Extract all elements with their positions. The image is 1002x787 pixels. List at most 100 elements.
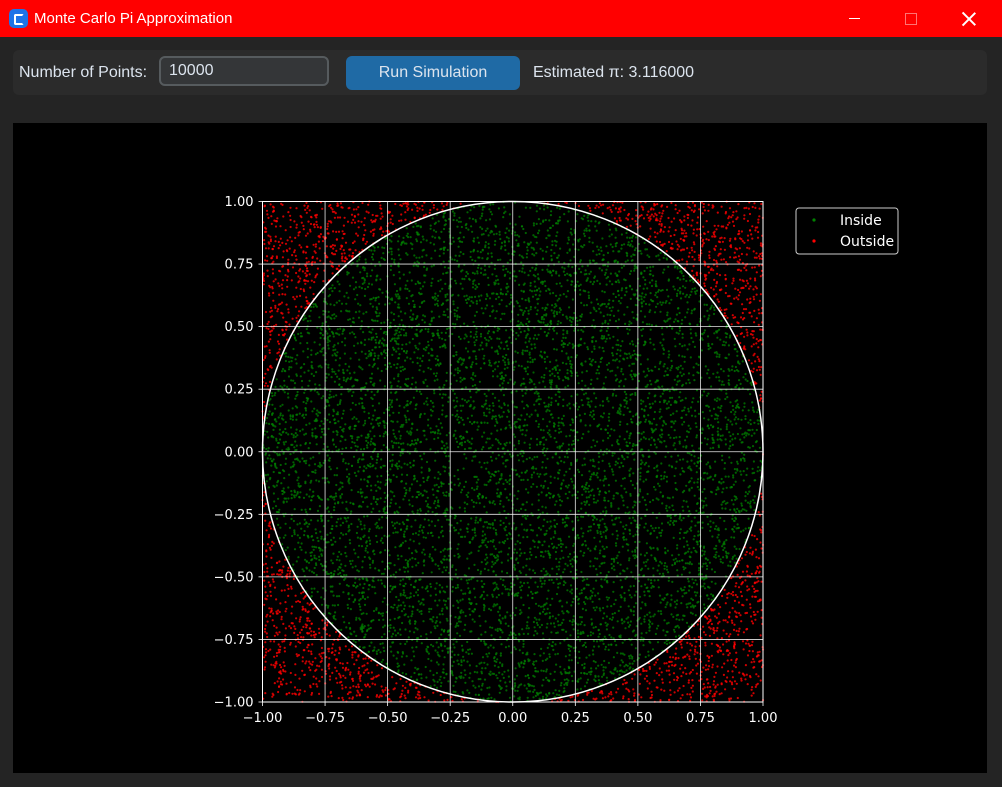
- inside-point: [720, 404, 723, 408]
- inside-point: [333, 380, 336, 383]
- inside-point: [568, 402, 571, 405]
- inside-point: [368, 364, 371, 367]
- inside-point: [486, 227, 489, 230]
- inside-point: [333, 474, 336, 477]
- close-button[interactable]: [946, 0, 992, 37]
- inside-point: [732, 474, 735, 477]
- inside-point: [623, 458, 626, 461]
- inside-point: [619, 302, 622, 305]
- inside-point: [477, 549, 480, 552]
- inside-point: [616, 620, 619, 623]
- inside-point: [441, 613, 444, 616]
- inside-point: [595, 568, 598, 571]
- inside-point: [327, 572, 330, 575]
- inside-point: [379, 379, 382, 382]
- inside-point: [549, 385, 552, 389]
- inside-point: [506, 588, 509, 591]
- inside-point: [482, 525, 485, 528]
- inside-point: [468, 217, 471, 220]
- inside-point: [516, 244, 519, 247]
- inside-point: [496, 350, 499, 353]
- inside-point: [514, 637, 518, 640]
- inside-point: [464, 298, 467, 302]
- inside-point: [411, 557, 414, 560]
- inside-point: [388, 630, 391, 633]
- inside-point: [399, 258, 402, 261]
- inside-point: [297, 541, 300, 544]
- inside-point: [304, 482, 307, 485]
- inside-point: [673, 442, 676, 445]
- inside-point: [639, 467, 642, 470]
- inside-point: [594, 625, 597, 629]
- inside-point: [409, 592, 412, 595]
- inside-point: [625, 396, 628, 399]
- inside-point: [476, 579, 479, 582]
- inside-point: [423, 489, 426, 492]
- run-simulation-button[interactable]: Run Simulation: [346, 56, 520, 90]
- inside-point: [536, 414, 539, 418]
- inside-point: [649, 500, 652, 504]
- inside-point: [619, 594, 622, 597]
- inside-point: [403, 486, 406, 490]
- inside-point: [461, 535, 464, 538]
- inside-point: [352, 455, 356, 458]
- inside-point: [696, 541, 699, 544]
- inside-point: [447, 554, 451, 557]
- inside-point: [661, 495, 664, 498]
- inside-point: [526, 621, 529, 624]
- inside-point: [517, 242, 520, 245]
- inside-point: [639, 490, 642, 493]
- inside-point: [439, 346, 442, 349]
- inside-point: [370, 390, 373, 393]
- inside-point: [751, 428, 754, 431]
- inside-point: [571, 565, 574, 568]
- inside-point: [342, 379, 345, 382]
- inside-point: [723, 519, 726, 523]
- inside-point: [441, 649, 444, 652]
- inside-point: [705, 463, 708, 466]
- inside-point: [579, 623, 582, 626]
- inside-point: [457, 601, 460, 604]
- inside-point: [690, 312, 693, 315]
- inside-point: [602, 336, 606, 340]
- inside-point: [506, 290, 509, 293]
- inside-point: [490, 255, 493, 258]
- inside-point: [269, 397, 272, 401]
- inside-point: [376, 453, 380, 456]
- inside-point: [514, 469, 517, 472]
- inside-point: [735, 422, 738, 425]
- inside-point: [390, 498, 393, 501]
- inside-point: [681, 345, 684, 348]
- inside-point: [454, 368, 457, 371]
- inside-point: [606, 396, 609, 399]
- inside-point: [605, 526, 608, 529]
- inside-point: [735, 511, 738, 514]
- inside-point: [380, 449, 383, 452]
- inside-point: [600, 249, 603, 252]
- inside-point: [398, 522, 401, 525]
- inside-point: [731, 555, 735, 559]
- inside-point: [563, 668, 566, 671]
- inside-point: [629, 479, 633, 483]
- inside-point: [602, 254, 605, 257]
- inside-point: [304, 551, 307, 554]
- minimize-button[interactable]: [831, 0, 877, 37]
- inside-point: [694, 409, 697, 412]
- inside-point: [502, 462, 505, 465]
- inside-point: [721, 380, 724, 383]
- inside-point: [491, 593, 494, 596]
- inside-point: [427, 366, 430, 370]
- inside-point: [416, 668, 419, 671]
- inside-point: [563, 455, 567, 458]
- inside-point: [555, 348, 558, 351]
- points-input[interactable]: [159, 56, 329, 86]
- inside-point: [669, 413, 672, 417]
- maximize-button[interactable]: [888, 0, 934, 37]
- inside-point: [578, 656, 581, 660]
- inside-point: [460, 644, 464, 647]
- inside-point: [604, 491, 607, 494]
- inside-point: [744, 495, 747, 498]
- inside-point: [529, 356, 532, 359]
- inside-point: [450, 524, 453, 527]
- inside-point: [447, 680, 450, 683]
